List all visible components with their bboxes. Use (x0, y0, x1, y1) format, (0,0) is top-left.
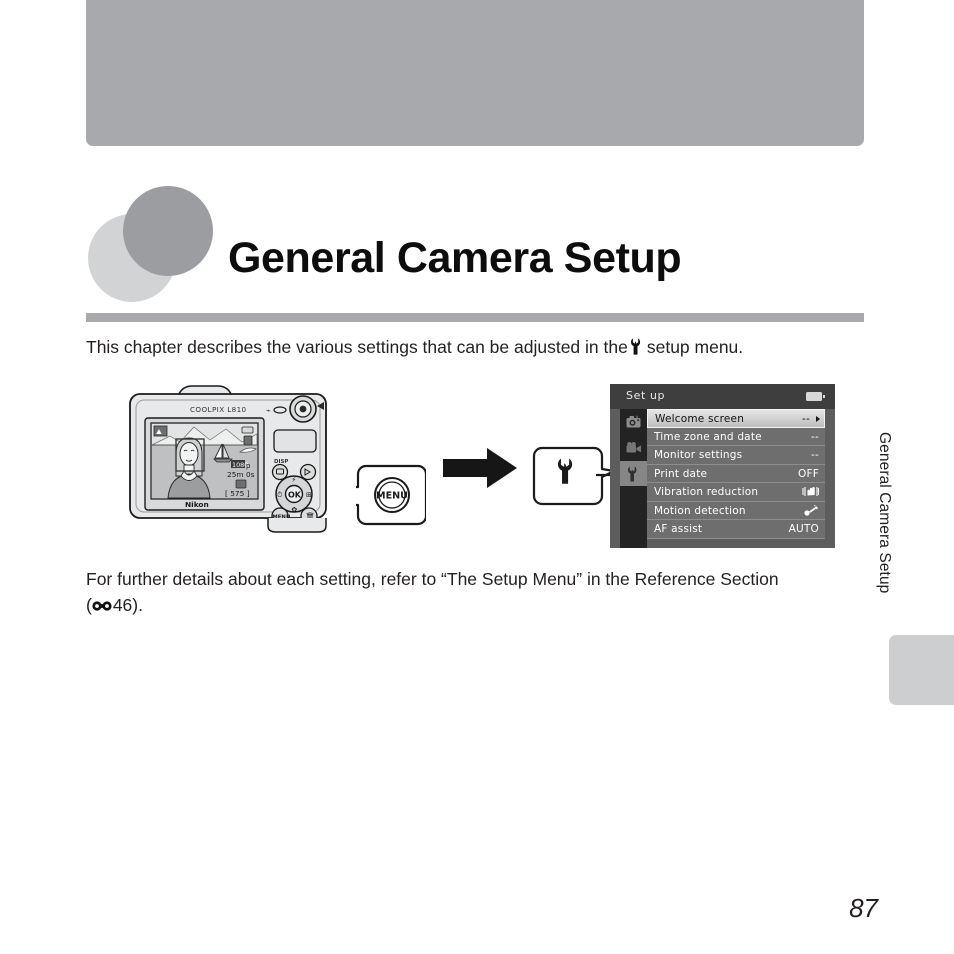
menu-header: Set up (610, 384, 835, 409)
page-number: 87 (849, 893, 878, 923)
menu-button-callout: MENU (348, 464, 428, 526)
svg-text:25m 0s: 25m 0s (227, 470, 255, 479)
details-line1: For further details about each setting, … (86, 569, 779, 589)
menu-item-print-date[interactable]: Print date OFF (647, 464, 825, 483)
title-rule (86, 313, 864, 322)
intro-text-before: This chapter describes the various setti… (86, 337, 628, 357)
battery-icon (806, 392, 825, 401)
sidebar-item-shooting[interactable] (620, 409, 647, 434)
svg-text:⊞: ⊞ (306, 491, 312, 499)
right-arrow-icon (443, 448, 517, 488)
page-title: General Camera Setup (228, 234, 682, 282)
running-head: General Camera Setup (876, 432, 893, 594)
chapter-thumb-tab (889, 635, 954, 705)
svg-text:⚡: ⚡ (291, 476, 296, 484)
details-ref-page: 46 (112, 595, 133, 616)
menu-item-label: Welcome screen (655, 413, 745, 425)
menu-item-value (803, 504, 819, 517)
svg-text:OK: OK (288, 491, 302, 500)
sidebar-item-movie[interactable] (620, 435, 647, 460)
menu-row-list: Welcome screen -- Time zone and date -- … (647, 409, 825, 540)
wrench-icon (630, 338, 644, 355)
chapter-banner (86, 0, 864, 146)
chevron-right-icon (816, 416, 820, 422)
decoration-circle-dark (123, 186, 213, 276)
svg-text:⌁: ⌁ (266, 406, 271, 415)
menu-item-value (802, 486, 819, 498)
menu-item-vibration-reduction[interactable]: Vibration reduction (647, 483, 825, 502)
menu-item-value: -- (811, 430, 819, 443)
menu-tab-column (620, 409, 647, 548)
intro-paragraph: This chapter describes the various setti… (86, 336, 876, 360)
chapter-decoration (88, 186, 218, 302)
svg-text:[ 575 ]: [ 575 ] (225, 489, 250, 498)
intro-text-after: setup menu. (646, 337, 744, 357)
motion-detection-icon (804, 504, 819, 516)
menu-item-label: Print date (654, 467, 708, 480)
menu-item-value: -- (811, 449, 819, 461)
menu-item-label: Motion detection (654, 504, 746, 517)
camera-icon (626, 415, 641, 428)
details-paragraph: For further details about each setting, … (86, 566, 876, 619)
menu-item-label: Vibration reduction (654, 486, 759, 498)
svg-text:⏱: ⏱ (277, 491, 283, 499)
menu-item-label: Time zone and date (654, 430, 762, 443)
menu-item-label: AF assist (654, 523, 703, 535)
menu-item-value: -- (802, 413, 810, 425)
menu-item-time-zone-and-date[interactable]: Time zone and date -- (647, 427, 825, 446)
menu-item-label: Monitor settings (654, 449, 743, 461)
vibration-reduction-icon (802, 487, 819, 496)
menu-button-label: MENU (376, 491, 408, 502)
menu-item-welcome-screen[interactable]: Welcome screen -- (647, 409, 825, 428)
wrench-icon (627, 466, 636, 481)
svg-text:Nikon: Nikon (185, 500, 209, 509)
setup-menu-screen: Set up Welcome screen -- Time zone and d… (610, 384, 835, 548)
menu-item-monitor-settings[interactable]: Monitor settings -- (647, 446, 825, 465)
details-close: ). (132, 595, 143, 616)
camera-illustration: COOLPIX L810 ⌁ ⛰ 1080 p 25m 0s [575] N… (118, 382, 358, 542)
reference-section-icon (92, 593, 112, 611)
svg-text:p: p (246, 462, 251, 470)
menu-header-title: Set up (626, 389, 666, 402)
menu-item-value: OFF (798, 467, 819, 480)
menu-item-af-assist[interactable]: AF assist AUTO (647, 520, 825, 539)
menu-item-value: AUTO (788, 523, 819, 535)
svg-text:✿: ✿ (291, 506, 297, 514)
menu-item-motion-detection[interactable]: Motion detection (647, 501, 825, 520)
svg-text:COOLPIX L810: COOLPIX L810 (190, 405, 247, 414)
movie-camera-icon (626, 441, 641, 452)
svg-text:⛰: ⛰ (156, 428, 162, 436)
sidebar-item-setup[interactable] (620, 461, 647, 486)
